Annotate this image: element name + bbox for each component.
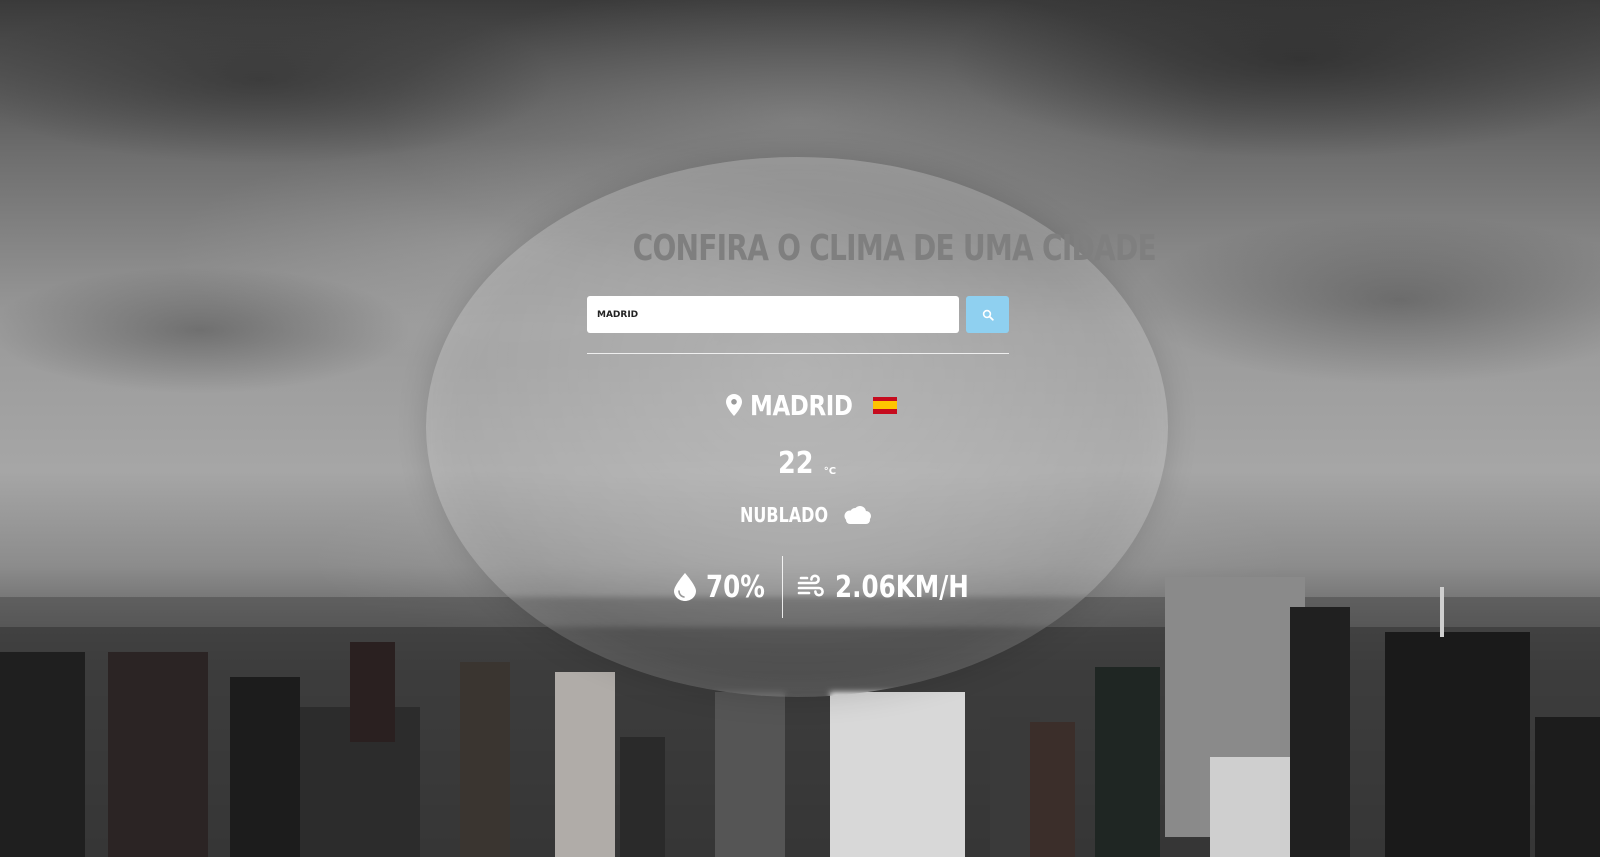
divider	[587, 353, 1009, 354]
city-search-input[interactable]	[587, 296, 959, 333]
wind-detail: 2.06KM/H	[783, 570, 986, 605]
weather-app: CONFIRA O CLIMA DE UMA CIDADE MADRID 22 …	[0, 0, 1600, 857]
wind-value: 2.06KM/H	[834, 569, 969, 605]
water-drop-icon	[674, 573, 696, 601]
city-name: MADRID	[750, 388, 853, 422]
wind-icon	[797, 574, 824, 597]
city-row: MADRID	[726, 386, 897, 424]
page-title: CONFIRA O CLIMA DE UMA CIDADE	[632, 228, 1157, 269]
condition-text: NUBLADO	[740, 503, 829, 527]
map-pin-icon	[726, 394, 742, 416]
temperature-unit: °C	[823, 466, 837, 477]
humidity-value: 70%	[706, 569, 765, 605]
temperature-row: 22 °C	[778, 446, 836, 481]
search-icon	[982, 309, 994, 321]
spain-flag-icon	[873, 396, 897, 414]
weather-details: 70% 2.06KM/H	[674, 556, 986, 618]
condition-row: NUBLADO	[740, 503, 872, 527]
cloud-icon	[844, 506, 872, 524]
search-button[interactable]	[966, 296, 1009, 333]
humidity-detail: 70%	[674, 570, 782, 605]
temperature-value: 22	[778, 446, 814, 481]
